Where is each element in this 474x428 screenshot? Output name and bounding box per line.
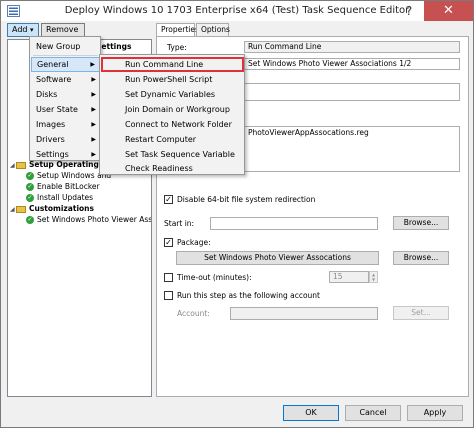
submenu-arrow-icon: ▶ bbox=[91, 136, 96, 143]
submenu-arrow-icon: ▶ bbox=[91, 106, 96, 113]
add-button-label: Add bbox=[12, 25, 28, 34]
disable-64bit-checkbox[interactable]: ✓ bbox=[164, 195, 173, 204]
submenu-item-restart-computer[interactable]: Restart Computer bbox=[101, 132, 244, 147]
tab-options[interactable]: Options bbox=[196, 23, 230, 36]
account-field[interactable] bbox=[230, 307, 378, 320]
folder-icon bbox=[16, 161, 26, 169]
menu-item-user-state[interactable]: User State ▶ bbox=[31, 102, 100, 117]
type-label: Type: bbox=[167, 43, 187, 52]
help-button[interactable]: ? bbox=[396, 1, 422, 21]
start-in-label: Start in: bbox=[164, 219, 195, 228]
success-check-icon: ✓ bbox=[26, 172, 34, 180]
run-as-label: Run this step as the following account bbox=[177, 291, 321, 300]
menu-item-label: User State bbox=[36, 105, 78, 114]
menu-item-label: Software bbox=[36, 75, 72, 84]
menu-item-label: Disks bbox=[36, 90, 58, 99]
run-as-checkbox[interactable] bbox=[164, 291, 173, 300]
submenu-arrow-icon: ▶ bbox=[90, 61, 95, 68]
success-check-icon: ✓ bbox=[26, 183, 34, 191]
spin-down-icon[interactable]: ▼ bbox=[370, 277, 377, 282]
tree-item-label: Set Windows Photo Viewer Assoc bbox=[37, 215, 152, 224]
ok-button[interactable]: OK bbox=[283, 405, 339, 421]
package-name-button[interactable]: Set Windows Photo Viewer Assocations bbox=[176, 251, 379, 265]
submenu-item-check-readiness[interactable]: Check Readiness bbox=[101, 161, 244, 176]
submenu-item-set-dynamic-variables[interactable]: Set Dynamic Variables bbox=[101, 87, 244, 102]
success-check-icon: ✓ bbox=[26, 194, 34, 202]
close-window-button[interactable]: ✕ bbox=[424, 1, 473, 21]
tree-item-label: Install Updates bbox=[37, 193, 94, 202]
task-sequence-editor-window: Deploy Windows 10 1703 Enterprise x64 (T… bbox=[0, 0, 474, 428]
package-checkbox[interactable]: ✓ bbox=[164, 238, 173, 247]
folder-icon bbox=[16, 205, 26, 213]
disable-64bit-label: Disable 64-bit file system redirection bbox=[177, 195, 316, 204]
menu-separator bbox=[33, 55, 98, 56]
submenu-arrow-icon: ▶ bbox=[91, 121, 96, 128]
submenu-item-connect-network-folder[interactable]: Connect to Network Folder bbox=[101, 117, 244, 132]
tree-group-customizations[interactable]: ◢ Customizations bbox=[10, 203, 94, 214]
description-field[interactable] bbox=[244, 83, 460, 101]
add-button[interactable]: Add ▾ bbox=[7, 23, 39, 37]
tree-item-label: Enable BitLocker bbox=[37, 182, 100, 191]
menu-item-drivers[interactable]: Drivers ▶ bbox=[31, 132, 100, 147]
dropdown-arrow-icon: ▾ bbox=[30, 26, 34, 34]
menu-item-label: Drivers bbox=[36, 135, 65, 144]
menu-item-general[interactable]: General ▶ bbox=[31, 57, 100, 72]
add-dropdown-menu: New Group General ▶ Software ▶ Disks ▶ User… bbox=[29, 36, 101, 161]
remove-button[interactable]: Remove bbox=[41, 23, 85, 37]
type-field: Run Command Line bbox=[244, 41, 460, 53]
tree-group-label: Customizations bbox=[29, 204, 94, 213]
name-field[interactable]: Set Windows Photo Viewer Associations 1/… bbox=[244, 58, 460, 70]
timeout-label: Time-out (minutes): bbox=[177, 273, 252, 282]
timeout-spinner[interactable]: ▲ ▼ bbox=[369, 271, 378, 283]
submenu-arrow-icon: ▶ bbox=[91, 91, 96, 98]
tree-partial-header: Settings bbox=[96, 42, 132, 51]
account-label: Account: bbox=[177, 309, 210, 318]
submenu-item-run-command-line[interactable]: Run Command Line bbox=[101, 57, 244, 72]
tree-item-selected[interactable]: ✓ Set Windows Photo Viewer Assoc bbox=[26, 214, 152, 225]
submenu-item-set-ts-variable[interactable]: Set Task Sequence Variable bbox=[101, 147, 244, 162]
apply-button[interactable]: Apply bbox=[407, 405, 463, 421]
menu-item-disks[interactable]: Disks ▶ bbox=[31, 87, 100, 102]
tree-item[interactable]: ✓ Install Updates bbox=[26, 192, 93, 203]
menu-item-software[interactable]: Software ▶ bbox=[31, 72, 100, 87]
menu-item-label: General bbox=[37, 60, 69, 69]
submenu-arrow-icon: ▶ bbox=[91, 76, 96, 83]
success-check-icon: ✓ bbox=[26, 216, 34, 224]
start-in-browse-button[interactable]: Browse... bbox=[393, 216, 449, 230]
title-bar: Deploy Windows 10 1703 Enterprise x64 (T… bbox=[1, 1, 473, 21]
timeout-field[interactable]: 15 bbox=[329, 271, 369, 283]
tab-properties[interactable]: Properties bbox=[156, 23, 199, 37]
command-line-field[interactable]: PhotoViewerAppAssocations.reg bbox=[244, 126, 460, 172]
package-browse-button[interactable]: Browse... bbox=[393, 251, 449, 265]
menu-item-label: Images bbox=[36, 120, 66, 129]
menu-item-new-group[interactable]: New Group bbox=[31, 39, 100, 54]
menu-item-label: Settings bbox=[36, 150, 69, 159]
account-set-button[interactable]: Set... bbox=[393, 306, 449, 320]
submenu-item-run-powershell-script[interactable]: Run PowerShell Script bbox=[101, 72, 244, 87]
start-in-field[interactable] bbox=[210, 217, 378, 230]
package-label: Package: bbox=[177, 238, 211, 247]
general-submenu: Run Command Line Run PowerShell Script S… bbox=[99, 54, 245, 175]
menu-item-images[interactable]: Images ▶ bbox=[31, 117, 100, 132]
timeout-checkbox[interactable] bbox=[164, 273, 173, 282]
submenu-item-join-domain[interactable]: Join Domain or Workgroup bbox=[101, 102, 244, 117]
cancel-button[interactable]: Cancel bbox=[345, 405, 401, 421]
menu-item-settings[interactable]: Settings ▶ bbox=[31, 147, 100, 162]
tree-item[interactable]: ✓ Enable BitLocker bbox=[26, 181, 100, 192]
submenu-arrow-icon: ▶ bbox=[91, 151, 96, 158]
menu-item-label: New Group bbox=[36, 42, 81, 51]
